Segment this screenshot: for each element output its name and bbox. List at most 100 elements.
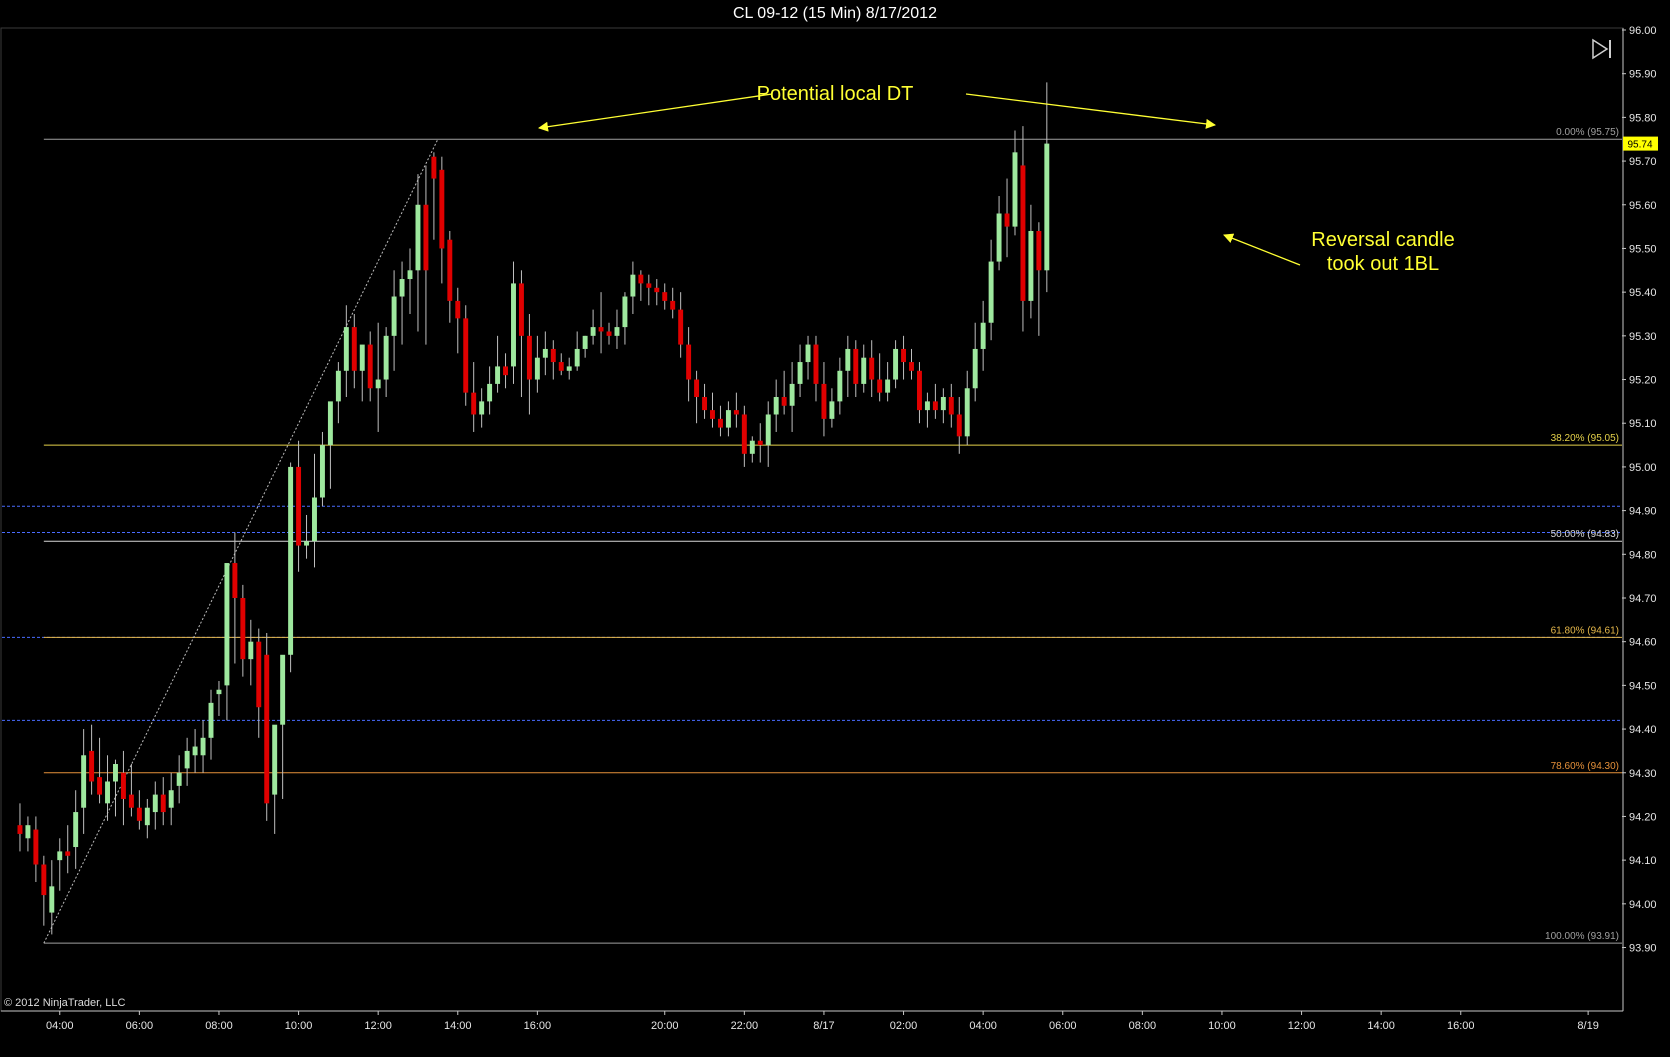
x-tick-label-16: 14:00: [1367, 1020, 1395, 1032]
x-tick-label-1: 06:00: [126, 1020, 154, 1032]
annotation-took-out-1bl: took out 1BL: [1327, 253, 1439, 275]
candle-body-109: [885, 379, 891, 393]
candle-body-36: [304, 541, 309, 546]
x-tick-label-5: 14:00: [444, 1020, 472, 1032]
candle-body-63: [518, 283, 524, 336]
candle-body-91: [741, 414, 747, 454]
candle-body-13: [120, 772, 126, 799]
candle-body-45: [375, 379, 381, 389]
candle-body-111: [901, 348, 907, 363]
x-tick-label-8: 22:00: [731, 1020, 759, 1032]
y-tick-label-13: 94.70: [1629, 593, 1657, 605]
y-tick-label-16: 94.40: [1629, 724, 1657, 736]
candle-body-62: [511, 283, 516, 367]
candle-body-5: [57, 851, 63, 861]
price-chart[interactable]: 0.00% (95.75) 38.20% (95.05) 50.00% (94.83…: [0, 0, 1670, 1057]
fib-level-label-4: 78.60% (94.30): [1551, 761, 1619, 772]
candle-body-37: [312, 497, 317, 542]
candle-body-40: [335, 370, 341, 402]
candle-body-106: [861, 357, 867, 384]
candle-body-129: [1044, 143, 1050, 271]
y-tick-label-2: 95.80: [1629, 112, 1657, 124]
candle-body-90: [733, 410, 739, 415]
candle-body-80: [654, 287, 660, 293]
candle-body-1: [25, 825, 31, 839]
price-tag-label: 95.74: [1627, 140, 1652, 151]
candle-body-94: [765, 414, 771, 446]
candle-body-128: [1036, 230, 1042, 271]
candle-body-29: [248, 641, 254, 660]
candle-body-56: [463, 318, 469, 393]
candle-body-121: [980, 322, 986, 349]
x-tick-label-0: 04:00: [46, 1020, 74, 1032]
x-tick-label-14: 10:00: [1208, 1020, 1236, 1032]
candle-body-122: [988, 261, 994, 323]
y-tick-label-5: 95.50: [1629, 243, 1657, 255]
candle-body-66: [542, 348, 548, 358]
candle-body-47: [391, 296, 397, 336]
x-tick-label-4: 12:00: [364, 1020, 392, 1032]
y-tick-label-10: 95.00: [1629, 462, 1657, 474]
candle-body-39: [327, 401, 333, 446]
y-tick-label-14: 94.60: [1629, 637, 1657, 649]
price-axis-ticks: 96.00 95.90 95.80 95.70 95.60 95.50 95.40 95.30…: [1622, 25, 1657, 955]
y-tick-label-8: 95.20: [1629, 375, 1657, 387]
candle-body-3: [41, 864, 47, 896]
candle-body-92: [749, 440, 755, 454]
candle-body-9: [89, 750, 95, 782]
candle-body-93: [757, 440, 763, 446]
candle-body-49: [407, 270, 413, 280]
candle-body-35: [296, 466, 302, 546]
candle-body-65: [534, 357, 540, 380]
candle-body-77: [630, 274, 636, 297]
y-tick-label-18: 94.20: [1629, 811, 1657, 823]
candle-body-89: [725, 410, 731, 428]
candle-body-25: [216, 689, 222, 695]
candle-body-50: [415, 204, 421, 271]
scroll-to-end-icon[interactable]: [1592, 38, 1611, 60]
candle-body-46: [383, 335, 389, 380]
current-price-tag: 95.74: [1623, 136, 1658, 151]
x-tick-label-12: 06:00: [1049, 1020, 1077, 1032]
candle-body-104: [845, 348, 851, 371]
candle-body-99: [805, 344, 811, 363]
candle-body-117: [948, 397, 954, 415]
candle-body-57: [471, 392, 477, 415]
candle-body-10: [97, 777, 103, 795]
y-tick-label-6: 95.40: [1629, 287, 1657, 299]
candle-body-71: [582, 335, 588, 349]
candle-body-68: [558, 362, 564, 371]
candle-body-28: [240, 597, 246, 660]
candle-body-19: [168, 790, 174, 808]
candle-body-96: [781, 397, 787, 406]
candle-body-97: [789, 383, 795, 406]
arrow-reversal: [1223, 233, 1301, 266]
candle-body-83: [678, 309, 684, 345]
candle-body-61: [503, 366, 508, 376]
candle-body-75: [614, 327, 620, 336]
candlesticks: [17, 82, 1050, 935]
y-tick-label-15: 94.50: [1629, 680, 1657, 692]
candle-body-7: [73, 812, 79, 848]
fib-level-label-0: 0.00% (95.75): [1556, 127, 1619, 138]
candle-body-116: [940, 397, 946, 411]
x-tick-label-10: 02:00: [890, 1020, 918, 1032]
y-tick-label-9: 95.10: [1629, 418, 1657, 430]
x-tick-label-17: 16:00: [1447, 1020, 1475, 1032]
candle-body-42: [351, 327, 357, 371]
annotation-potential-local-dt: Potential local DT: [757, 83, 914, 105]
candle-body-38: [319, 445, 325, 498]
candle-body-23: [200, 737, 206, 756]
x-tick-label-2: 08:00: [205, 1020, 233, 1032]
candle-body-52: [431, 156, 437, 179]
x-tick-label-3: 10:00: [285, 1020, 313, 1032]
candle-body-41: [343, 327, 349, 371]
candle-body-6: [65, 851, 71, 856]
candle-body-2: [33, 829, 39, 865]
candle-body-64: [526, 335, 532, 380]
candle-body-12: [113, 764, 118, 782]
candle-body-76: [622, 296, 628, 328]
candle-body-43: [359, 344, 365, 371]
candle-body-79: [646, 283, 652, 288]
candle-body-108: [877, 379, 883, 393]
